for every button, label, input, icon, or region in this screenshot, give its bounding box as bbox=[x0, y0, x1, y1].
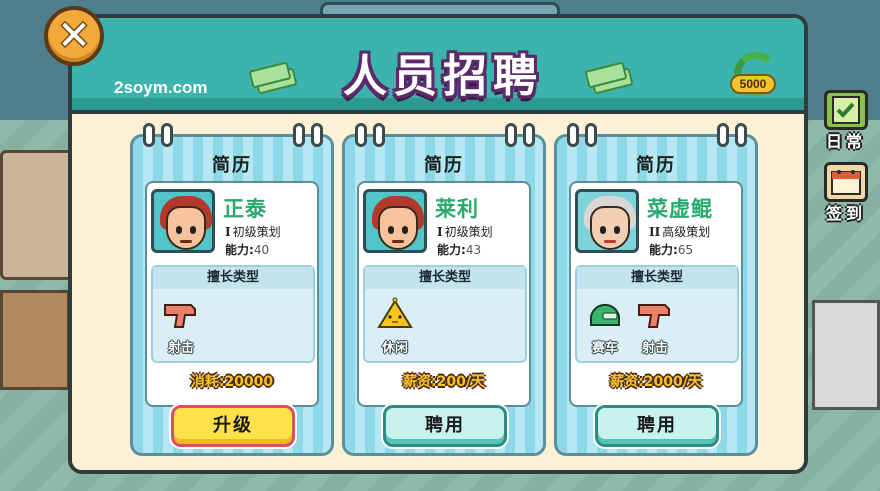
skill-item: 射击 bbox=[633, 297, 677, 359]
calendar-icon bbox=[824, 162, 868, 202]
skills-box: 擅长类型 射击 bbox=[151, 265, 315, 363]
close-icon: ✕ bbox=[57, 13, 91, 59]
employee-ability: 能力:65 bbox=[649, 243, 694, 257]
gun-icon bbox=[163, 297, 199, 331]
employee-name: 正泰 bbox=[223, 197, 267, 221]
skills-box: 擅长类型 赛车 射击 bbox=[575, 265, 739, 363]
checkin-button[interactable]: 签到 bbox=[818, 160, 880, 224]
skill-item: 射击 bbox=[159, 297, 203, 359]
resume-card: 简历 正泰 I 初级策划 能力:40 擅长类型 射击 消耗:20000 升级 bbox=[130, 123, 334, 456]
clipboard-icon bbox=[824, 90, 868, 130]
daily-label: 日常 bbox=[826, 132, 867, 151]
background-desk bbox=[0, 150, 75, 280]
employee-ability: 能力:40 bbox=[225, 243, 270, 257]
resume-card: 简历 莱利 I 初级策划 能力:43 擅长类型 休闲 薪资:200/天 聘用 bbox=[342, 123, 546, 456]
hire-button[interactable]: 聘用 bbox=[595, 405, 719, 447]
coin-cost: 5000 bbox=[730, 74, 776, 94]
close-button[interactable]: ✕ bbox=[44, 6, 104, 66]
skills-title: 擅长类型 bbox=[153, 267, 313, 289]
employee-rank: II 高级策划 bbox=[649, 225, 711, 239]
daily-button[interactable]: 日常 bbox=[818, 88, 880, 152]
skills-box: 擅长类型 休闲 bbox=[363, 265, 527, 363]
card-title: 简历 bbox=[212, 155, 252, 176]
salary-text: 薪资:200/天 bbox=[403, 374, 485, 390]
employee-rank: I 初级策划 bbox=[225, 225, 281, 239]
skill-item: 赛车 bbox=[583, 297, 627, 359]
refresh-coin-button[interactable]: 5000 bbox=[728, 46, 784, 102]
avatar bbox=[363, 189, 427, 253]
cost-text: 消耗:20000 bbox=[190, 374, 274, 390]
resume-content: 莱利 I 初级策划 能力:43 擅长类型 休闲 薪资:200/天 bbox=[357, 181, 531, 407]
resume-content: 菜虚鲲 II 高级策划 能力:65 擅长类型 赛车 射击 薪资:2000/天 bbox=[569, 181, 743, 407]
employee-name: 莱利 bbox=[435, 197, 479, 221]
hire-button[interactable]: 聘用 bbox=[383, 405, 507, 447]
salary-text: 薪资:2000/天 bbox=[610, 374, 702, 390]
cash-icon bbox=[584, 61, 634, 95]
cash-icon bbox=[248, 61, 298, 95]
background-cabinet bbox=[0, 290, 70, 390]
recruit-panel: 2soym.com 人员招聘 5000 简历 正泰 I 初级策划 能力:40 擅… bbox=[68, 14, 808, 474]
employee-name: 菜虚鲲 bbox=[647, 197, 713, 221]
upgrade-button[interactable]: 升级 bbox=[171, 405, 295, 447]
page-title: 人员招聘 bbox=[343, 51, 543, 102]
helmet-icon bbox=[587, 297, 623, 331]
resume-content: 正泰 I 初级策划 能力:40 擅长类型 射击 消耗:20000 bbox=[145, 181, 319, 407]
background-table bbox=[812, 300, 880, 410]
watermark-text: 2soym.com bbox=[114, 78, 208, 97]
card-title: 简历 bbox=[424, 155, 464, 176]
skills-title: 擅长类型 bbox=[577, 267, 737, 289]
employee-rank: I 初级策划 bbox=[437, 225, 493, 239]
avatar bbox=[151, 189, 215, 253]
avatar bbox=[575, 189, 639, 253]
skill-item: 休闲 bbox=[373, 297, 417, 359]
resume-card: 简历 菜虚鲲 II 高级策划 能力:65 擅长类型 赛车 射击 薪资:2000/… bbox=[554, 123, 758, 456]
checkin-label: 签到 bbox=[826, 204, 867, 223]
employee-ability: 能力:43 bbox=[437, 243, 482, 257]
card-title: 简历 bbox=[636, 155, 676, 176]
gun-icon bbox=[637, 297, 673, 331]
skills-title: 擅长类型 bbox=[365, 267, 525, 289]
chick-icon bbox=[377, 297, 413, 331]
